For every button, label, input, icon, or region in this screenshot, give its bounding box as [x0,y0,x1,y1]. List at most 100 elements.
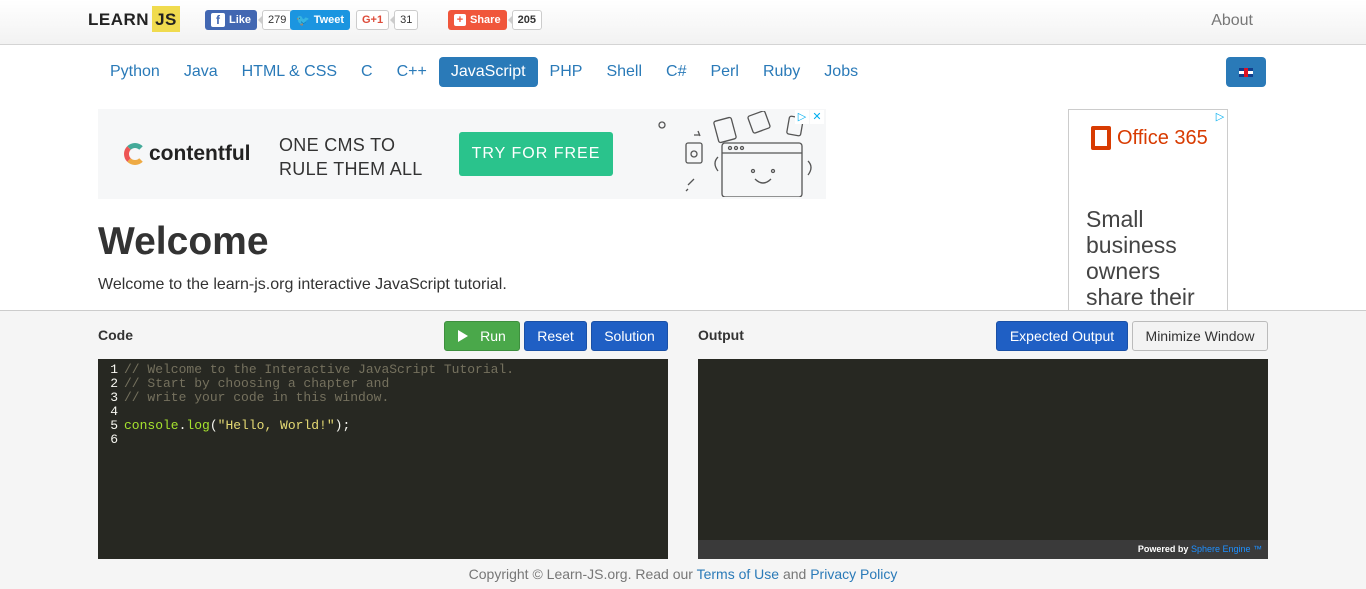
nav-jobs[interactable]: Jobs [812,57,870,87]
share-count: 205 [507,10,542,30]
code-function: log [186,418,210,433]
nav-javascript[interactable]: JavaScript [438,57,538,87]
code-close-paren: ); [334,418,351,433]
code-line: 2 // Start by choosing a chapter and [98,377,668,391]
office-ad-text: Small business owners share their [1086,206,1195,310]
uk-flag-icon [1239,67,1253,77]
ad-close-icon[interactable]: ✕ [810,110,824,124]
nav-perl[interactable]: Perl [698,57,750,87]
office-ad-line: share their [1086,284,1195,310]
plus-icon: + [454,14,466,26]
run-label: Run [480,328,506,344]
run-button[interactable]: Run [444,321,520,351]
office365-logo-text: Office 365 [1117,126,1208,149]
facebook-like-count: 279 [257,10,293,30]
solution-button[interactable]: Solution [591,321,668,351]
contentful-logo: contentful [124,142,250,166]
facebook-icon: f [211,13,225,27]
code-editor[interactable]: 1 // Welcome to the Interactive JavaScrip… [98,359,668,559]
about-link[interactable]: About [1211,12,1253,30]
adchoices-icon[interactable]: ▷ [795,110,809,124]
site-logo[interactable]: LEARN JS [88,6,180,32]
line-number: 6 [110,432,118,447]
logo-text: LEARN [88,10,150,29]
language-select-button[interactable] [1226,57,1266,87]
share-label: Share [470,14,501,26]
office-ad-line: owners [1086,258,1161,284]
office-logo-icon [1091,126,1111,150]
intro-text: Welcome to the learn-js.org interactive … [98,276,507,293]
powered-by-bar: Powered by Sphere Engine ™ [698,540,1268,559]
ad-tagline: ONE CMS TO RULE THEM ALL [279,133,423,181]
nav-php[interactable]: PHP [538,57,595,87]
code-string: "Hello, World!" [217,418,335,433]
terms-of-use-link[interactable]: Terms of Use [697,566,779,582]
nav-c[interactable]: C [349,57,385,87]
footer-and-text: and [782,566,807,582]
nav-html-css[interactable]: HTML & CSS [230,57,349,87]
line-number: 5 [110,418,118,433]
code-line: 5 console.log("Hello, World!"); [98,419,668,433]
line-number: 4 [110,404,118,419]
facebook-like-widget[interactable]: f Like 279 [205,10,293,30]
nav-python[interactable]: Python [98,57,172,87]
ad-tagline-line-2: RULE THEM ALL [279,159,423,179]
copyright-text: Copyright © Learn-JS.org. Read our [468,566,693,582]
code-object: console [124,418,179,433]
nav-cpp[interactable]: C++ [385,57,439,87]
output-label: Output [698,327,744,343]
tweet-widget[interactable]: 🐦 Tweet [290,10,351,30]
code-line: 3 // write your code in this window. [98,391,668,405]
nav-java[interactable]: Java [172,57,230,87]
contentful-logo-icon [124,143,146,165]
code-comment: // Start by choosing a chapter and [124,376,390,391]
ad-illustration [658,111,812,197]
google-plus-button[interactable]: G+1 [356,10,390,30]
code-label: Code [98,327,133,343]
nav-shell[interactable]: Shell [594,57,654,87]
privacy-policy-link[interactable]: Privacy Policy [810,566,897,582]
language-nav: Python Java HTML & CSS C C++ JavaScript … [98,57,870,87]
office-ad-line: business [1086,232,1177,258]
code-comment: // write your code in this window. [124,390,390,405]
google-plus-widget[interactable]: G+1 31 [356,10,419,30]
share-button[interactable]: + Share [448,10,507,30]
google-plus-count: 31 [390,10,419,30]
code-comment: // Welcome to the Interactive JavaScript… [124,362,515,377]
line-number: 1 [110,362,118,377]
code-line: 6 [98,433,668,447]
minimize-window-button[interactable]: Minimize Window [1132,321,1268,351]
reset-button[interactable]: Reset [524,321,587,351]
expected-output-button[interactable]: Expected Output [996,321,1128,351]
tweet-button[interactable]: 🐦 Tweet [290,10,351,30]
tweet-label: Tweet [313,14,345,26]
code-statement: console.log("Hello, World!"); [124,419,350,433]
logo-js-badge: JS [152,6,180,32]
sphere-engine-link[interactable]: Sphere Engine ™ [1191,544,1262,554]
output-console: Powered by Sphere Engine ™ [698,359,1268,559]
office365-logo: Office 365 [1091,126,1208,150]
share-widget[interactable]: + Share 205 [448,10,542,30]
line-number: 3 [110,390,118,405]
office-ad-line: Small [1086,206,1144,232]
try-for-free-button[interactable]: TRY FOR FREE [459,132,613,176]
code-line: 4 [98,405,668,419]
office365-ad[interactable]: Office 365 ▷ Small business owners share… [1068,109,1228,310]
footer: Copyright © Learn-JS.org. Read our Terms… [0,566,1366,582]
adchoices-icon[interactable]: ▷ [1213,110,1227,124]
facebook-like-button[interactable]: f Like [205,10,258,30]
top-bar: LEARN JS f Like 279 🐦 Tweet G+1 31 + Sha… [0,0,1366,45]
google-plus-label: G+1 [362,14,384,26]
line-number: 2 [110,376,118,391]
powered-by-label: Powered by [1137,544,1189,554]
nav-ruby[interactable]: Ruby [751,57,812,87]
twitter-bird-icon: 🐦 [296,14,310,27]
facebook-like-label: Like [229,14,252,26]
contentful-ad-banner[interactable]: contentful ONE CMS TO RULE THEM ALL TRY … [98,109,826,199]
ad-tagline-line-1: ONE CMS TO [279,135,396,155]
page-title: Welcome [98,220,269,263]
code-open-paren: ( [209,418,218,433]
nav-csharp[interactable]: C# [654,57,698,87]
play-icon [458,330,469,342]
code-line: 1 // Welcome to the Interactive JavaScrip… [98,363,668,377]
